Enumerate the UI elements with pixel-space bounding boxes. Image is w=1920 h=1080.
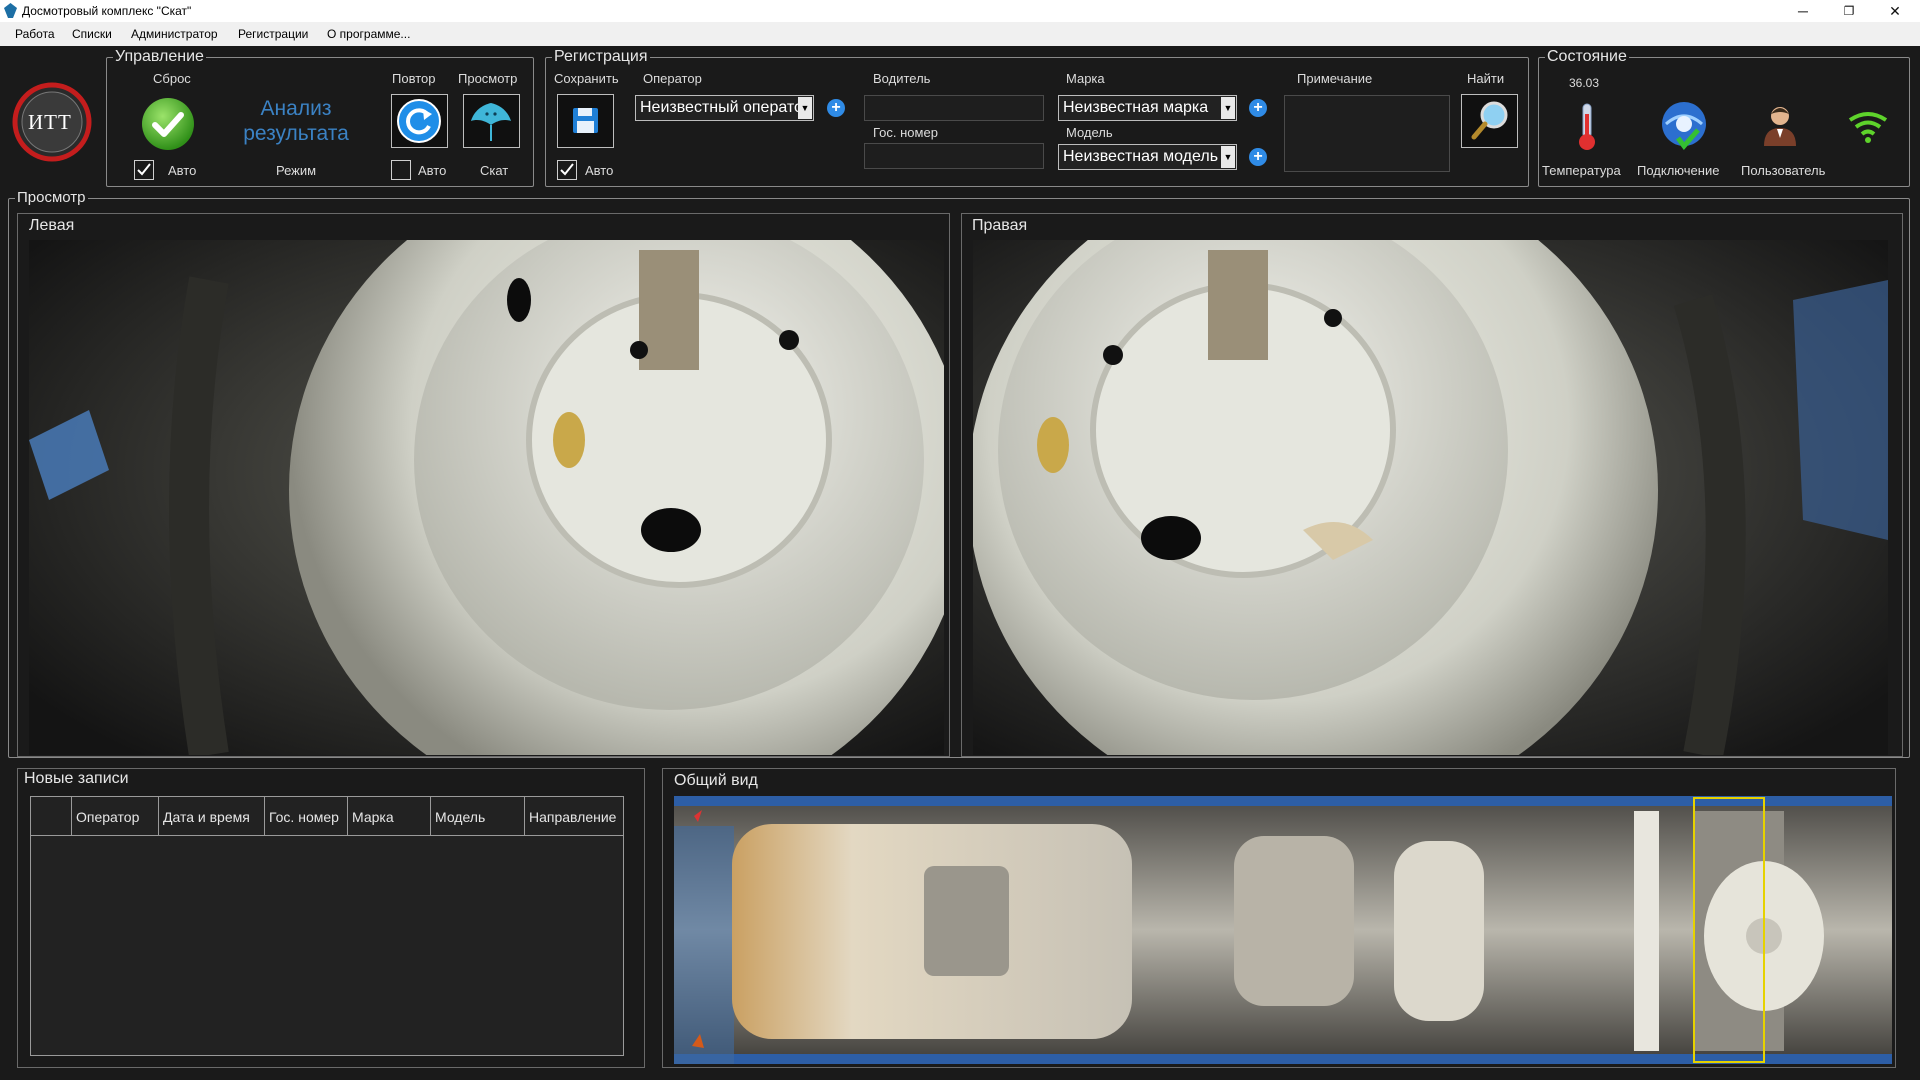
add-operator-plus-icon[interactable]: + — [827, 99, 845, 117]
control-group-title: Управление — [113, 48, 206, 66]
reset-auto-label: Авто — [168, 163, 197, 178]
left-wheel-image — [29, 240, 944, 755]
temperature-label: Температура — [1542, 163, 1621, 178]
reset-button[interactable] — [140, 96, 196, 152]
menu-item-registrations[interactable]: Регистрации — [238, 27, 308, 41]
check-circle-icon — [142, 98, 194, 150]
column-header-plate[interactable]: Гос. номер — [265, 797, 348, 836]
right-camera-title: Правая — [972, 217, 1028, 234]
menu-bar: Работа Списки Администратор Регистрации … — [0, 22, 1920, 46]
skat-label: Скат — [480, 163, 509, 178]
window-title: Досмотровый комплекс "Скат" — [22, 4, 192, 18]
title-bar: Досмотровый комплекс "Скат" ─ ❐ ✕ — [0, 0, 1920, 22]
plate-label: Гос. номер — [873, 125, 938, 140]
user-label: Пользователь — [1741, 163, 1826, 178]
stingray-icon — [471, 103, 511, 141]
skat-view-button[interactable] — [463, 94, 520, 148]
column-header-select[interactable] — [31, 797, 72, 836]
brand-label: Марка — [1066, 71, 1105, 86]
operator-select[interactable]: Неизвестный оператор ▼ — [635, 95, 814, 121]
save-button[interactable] — [557, 94, 614, 148]
menu-item-about[interactable]: О программе... — [327, 27, 410, 41]
mode-label: Режим — [276, 163, 317, 178]
repeat-button[interactable] — [391, 94, 448, 148]
overview-title: Общий вид — [674, 772, 758, 789]
save-label: Сохранить — [554, 71, 619, 86]
analysis-result-button[interactable]: Анализ результата — [226, 96, 366, 146]
add-model-plus-icon[interactable]: + — [1249, 148, 1267, 166]
chevron-down-icon[interactable]: ▼ — [1221, 97, 1235, 119]
menu-item-lists[interactable]: Списки — [72, 27, 112, 41]
reset-auto-checkbox[interactable] — [134, 160, 154, 180]
column-header-operator[interactable]: Оператор — [72, 797, 159, 836]
find-button[interactable] — [1461, 94, 1518, 148]
brand-select[interactable]: Неизвестная марка ▼ — [1058, 95, 1237, 121]
column-header-direction[interactable]: Направление — [525, 797, 623, 836]
menu-item-admin[interactable]: Администратор — [131, 27, 218, 41]
user-icon — [1760, 102, 1800, 150]
repeat-auto-label: Авто — [418, 163, 447, 178]
brand-select-value: Неизвестная марка — [1063, 99, 1209, 116]
operator-label: Оператор — [643, 71, 702, 86]
table-header: Оператор Дата и время Гос. номер Марка М… — [31, 797, 623, 836]
save-auto-checkbox[interactable] — [557, 160, 577, 180]
driver-field[interactable] — [864, 95, 1044, 121]
column-header-model[interactable]: Модель — [431, 797, 525, 836]
operator-select-value: Неизвестный оператор — [640, 99, 812, 116]
model-select-value: Неизвестная модель — [1063, 148, 1219, 165]
checkmark-icon — [560, 163, 574, 176]
note-field[interactable] — [1284, 95, 1450, 172]
company-logo: ИТТ — [10, 82, 94, 162]
thermometer-icon — [1572, 100, 1602, 152]
find-label: Найти — [1467, 71, 1505, 86]
overview-image[interactable] — [674, 796, 1892, 1064]
driver-label: Водитель — [873, 71, 931, 86]
reset-label: Сброс — [153, 71, 191, 86]
magnifier-icon — [1471, 101, 1508, 140]
chevron-down-icon[interactable]: ▼ — [798, 97, 812, 119]
undercarriage-image — [674, 796, 1892, 1064]
right-wheel-image — [973, 240, 1888, 755]
column-header-datetime[interactable]: Дата и время — [159, 797, 265, 836]
logo-text: ИТТ — [28, 110, 72, 134]
close-button[interactable]: ✕ — [1872, 0, 1918, 22]
minimize-button[interactable]: ─ — [1780, 0, 1826, 22]
add-brand-plus-icon[interactable]: + — [1249, 99, 1267, 117]
temperature-value: 36.03 — [1569, 76, 1600, 90]
view-label: Просмотр — [458, 71, 518, 86]
menu-item-work[interactable]: Работа — [15, 27, 55, 41]
column-header-brand[interactable]: Марка — [348, 797, 431, 836]
new-records-title: Новые записи — [24, 770, 129, 787]
view-group-title: Просмотр — [15, 189, 88, 207]
refresh-icon — [397, 99, 441, 143]
model-label: Модель — [1066, 125, 1113, 140]
repeat-auto-checkbox[interactable] — [391, 160, 411, 180]
left-camera-image[interactable] — [29, 240, 944, 755]
connection-icon — [1656, 98, 1712, 154]
state-group-title: Состояние — [1545, 48, 1629, 66]
left-camera-title: Левая — [29, 217, 75, 234]
registration-group-title: Регистрация — [552, 48, 650, 66]
connection-label: Подключение — [1637, 163, 1720, 178]
floppy-disk-icon — [573, 108, 598, 133]
app-icon — [4, 3, 17, 18]
wifi-signal-icon — [1848, 110, 1888, 144]
plate-field[interactable] — [864, 143, 1044, 169]
maximize-button[interactable]: ❐ — [1826, 0, 1872, 22]
model-select[interactable]: Неизвестная модель ▼ — [1058, 144, 1237, 170]
save-auto-label: Авто — [585, 163, 614, 178]
repeat-label: Повтор — [392, 71, 436, 86]
records-table[interactable]: Оператор Дата и время Гос. номер Марка М… — [30, 796, 624, 1056]
checkmark-icon — [137, 163, 151, 176]
note-label: Примечание — [1297, 71, 1373, 86]
right-camera-image[interactable] — [973, 240, 1888, 755]
chevron-down-icon[interactable]: ▼ — [1221, 146, 1235, 168]
